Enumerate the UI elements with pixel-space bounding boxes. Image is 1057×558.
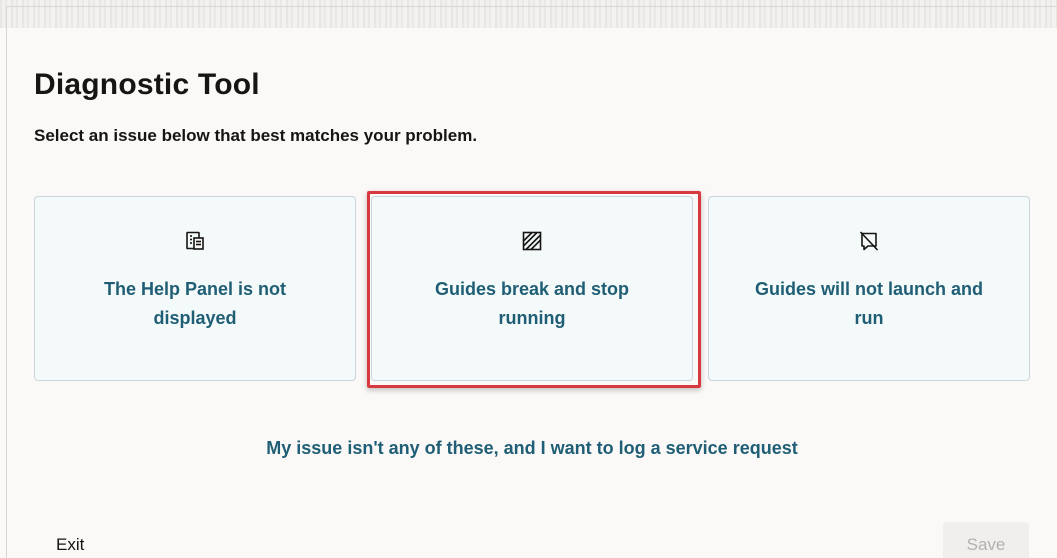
page-subtitle: Select an issue below that best matches … bbox=[34, 126, 478, 145]
save-button[interactable]: Save bbox=[943, 522, 1029, 558]
option-label: Guides break and stop running bbox=[434, 279, 630, 328]
option-card-guides-break[interactable]: Guides break and stop running bbox=[371, 196, 693, 381]
log-service-request-link[interactable]: My issue isn't any of these, and I want … bbox=[0, 438, 1057, 459]
exit-button[interactable]: Exit bbox=[56, 535, 84, 555]
option-card-help-panel[interactable]: The Help Panel is not displayed bbox=[34, 196, 356, 381]
striped-square-icon bbox=[522, 231, 542, 251]
option-label: Guides will not launch and run bbox=[754, 279, 983, 328]
slashed-flag-icon bbox=[859, 231, 879, 251]
option-card-guides-launch[interactable]: Guides will not launch and run bbox=[708, 196, 1030, 381]
help-panel-icon bbox=[185, 231, 205, 251]
option-label: The Help Panel is not displayed bbox=[103, 279, 287, 328]
page-title: Diagnostic Tool bbox=[34, 68, 260, 101]
